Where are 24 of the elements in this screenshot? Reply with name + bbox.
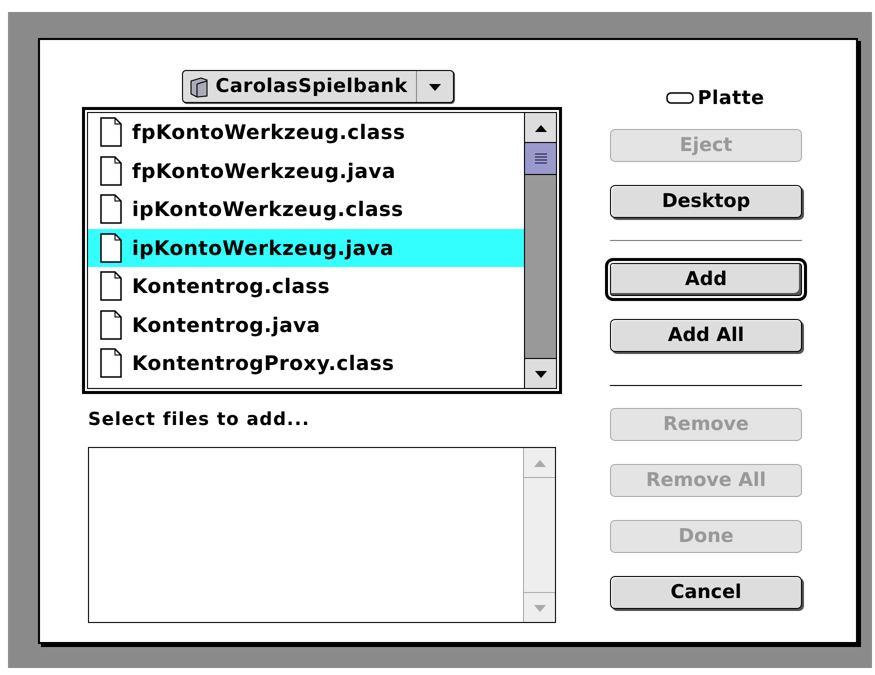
document-icon [100,117,122,148]
dialog-button[interactable]: Add All [610,318,802,352]
file-row[interactable]: Kontentrog.class [88,267,524,306]
scrollbar[interactable] [524,113,556,388]
document-icon [100,232,122,263]
file-row[interactable]: Kontentrog.java [88,306,524,344]
document-icon [100,194,122,224]
file-list[interactable]: fpKontoWerkzeug.class fpKontoWerkzeug.java ipKontoWerkzeug.class ipKontoWerkzeug.java Kontentrog.class Kontentrog.java KontentrogProxy.class [82,107,562,394]
document-icon [100,271,122,302]
document-icon [100,348,122,378]
dialog-button[interactable]: Add [605,258,807,300]
file-row[interactable]: KontentrogProxy.class [88,344,524,382]
dialog-button[interactable]: Desktop [610,184,802,218]
file-row[interactable]: fpKontoWerkzeug.class [88,113,524,152]
document-icon [100,156,122,186]
dialog-button[interactable]: Cancel [610,576,802,608]
file-row[interactable]: ipKontoWerkzeug.java [88,228,524,267]
folder-popup[interactable]: CarolasSpielbank [182,70,454,103]
file-row[interactable]: ipKontoWerkzeug.class [88,190,524,228]
prompt-label: Select files to add... [88,408,311,432]
folder-icon [189,76,210,98]
volume-label: Platte [698,86,764,111]
file-row[interactable]: fpKontoWerkzeug.java [88,152,524,190]
document-icon [100,310,122,340]
